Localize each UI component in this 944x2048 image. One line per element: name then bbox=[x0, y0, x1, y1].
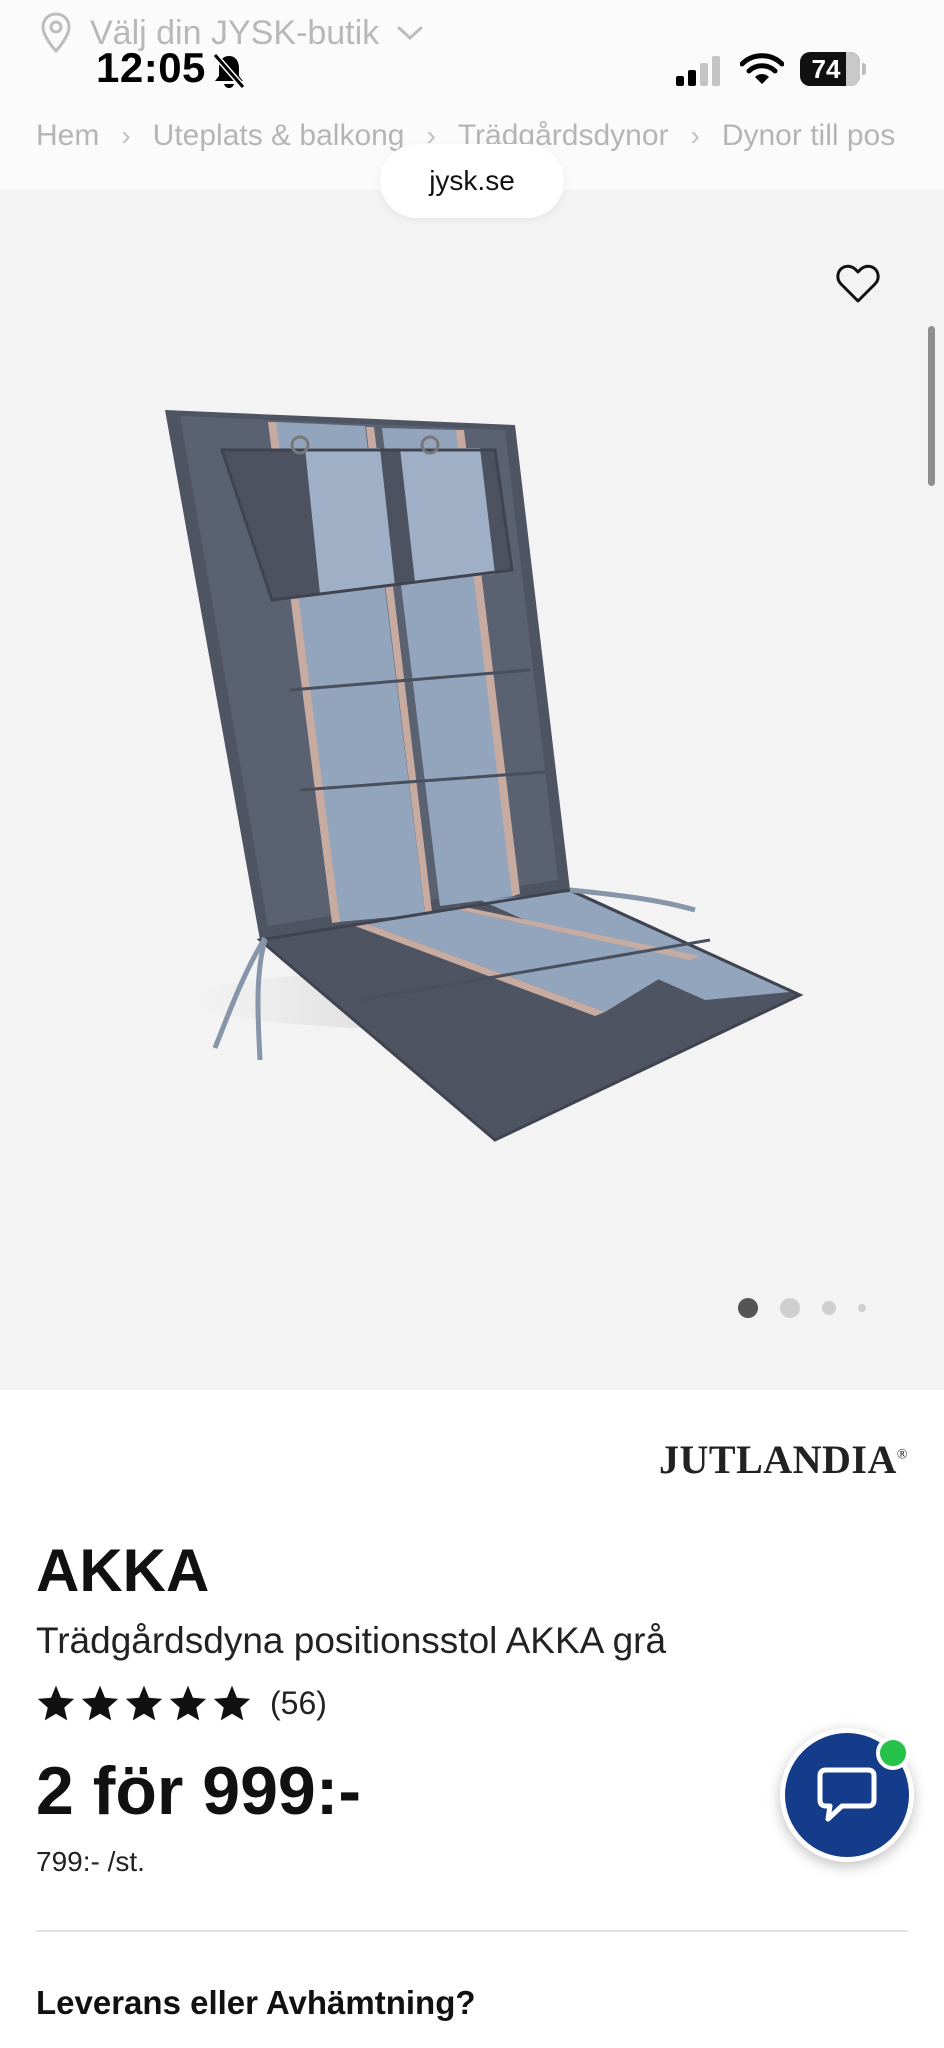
delivery-heading[interactable]: Leverans eller Avhämtning? bbox=[36, 1984, 476, 2022]
status-time: 12:05 bbox=[96, 44, 206, 91]
product-price: 2 för 999:- bbox=[36, 1753, 361, 1829]
product-description: Trädgårdsdyna positionsstol AKKA grå bbox=[36, 1620, 667, 1661]
pagination-dot-2[interactable] bbox=[780, 1298, 800, 1318]
pagination-dot-3[interactable] bbox=[822, 1301, 836, 1315]
battery-level: 74 bbox=[811, 53, 841, 84]
pagination-dot-4[interactable] bbox=[858, 1304, 866, 1312]
registered-mark: ® bbox=[896, 1447, 908, 1463]
star-icon bbox=[213, 1685, 251, 1721]
gallery-pagination[interactable] bbox=[738, 1298, 866, 1318]
rating-stars bbox=[36, 1684, 252, 1722]
breadcrumb-item-position-cushions[interactable]: Dynor till pos bbox=[722, 119, 895, 153]
location-pin-icon bbox=[41, 12, 71, 54]
product-gallery[interactable] bbox=[0, 190, 944, 1390]
bell-slash-icon bbox=[212, 53, 246, 89]
browser-url-pill[interactable]: jysk.se bbox=[380, 144, 564, 218]
chat-bubble-icon bbox=[817, 1767, 877, 1822]
breadcrumb-item-patio[interactable]: Uteplats & balkong bbox=[153, 119, 405, 153]
signal-icon bbox=[676, 56, 720, 86]
star-icon bbox=[81, 1685, 119, 1721]
scrollbar[interactable] bbox=[928, 326, 935, 486]
star-icon bbox=[125, 1685, 163, 1721]
chevron-right-icon: › bbox=[121, 120, 131, 151]
product-rating[interactable]: (56) bbox=[36, 1684, 327, 1722]
favorite-button[interactable] bbox=[832, 258, 884, 310]
battery-icon: 74 bbox=[800, 52, 860, 86]
online-status-indicator bbox=[876, 1736, 910, 1770]
breadcrumb-item-home[interactable]: Hem bbox=[36, 119, 99, 153]
product-title: AKKA bbox=[36, 1537, 210, 1604]
brand-name: JUTLANDIA bbox=[659, 1437, 897, 1482]
wifi-icon bbox=[740, 53, 784, 84]
unit-price: 799:- /st. bbox=[36, 1846, 145, 1877]
chevron-down-icon bbox=[397, 26, 423, 41]
section-divider bbox=[36, 1930, 908, 1932]
star-icon bbox=[169, 1685, 207, 1721]
product-image-cushion bbox=[165, 410, 804, 1142]
heart-icon bbox=[836, 264, 880, 303]
brand-logo[interactable]: JUTLANDIA® bbox=[659, 1436, 908, 1483]
battery-tip bbox=[862, 63, 866, 75]
star-icon bbox=[37, 1685, 75, 1721]
pagination-dot-1[interactable] bbox=[738, 1298, 758, 1318]
chevron-right-icon: › bbox=[690, 120, 700, 151]
review-count[interactable]: (56) bbox=[270, 1685, 327, 1722]
